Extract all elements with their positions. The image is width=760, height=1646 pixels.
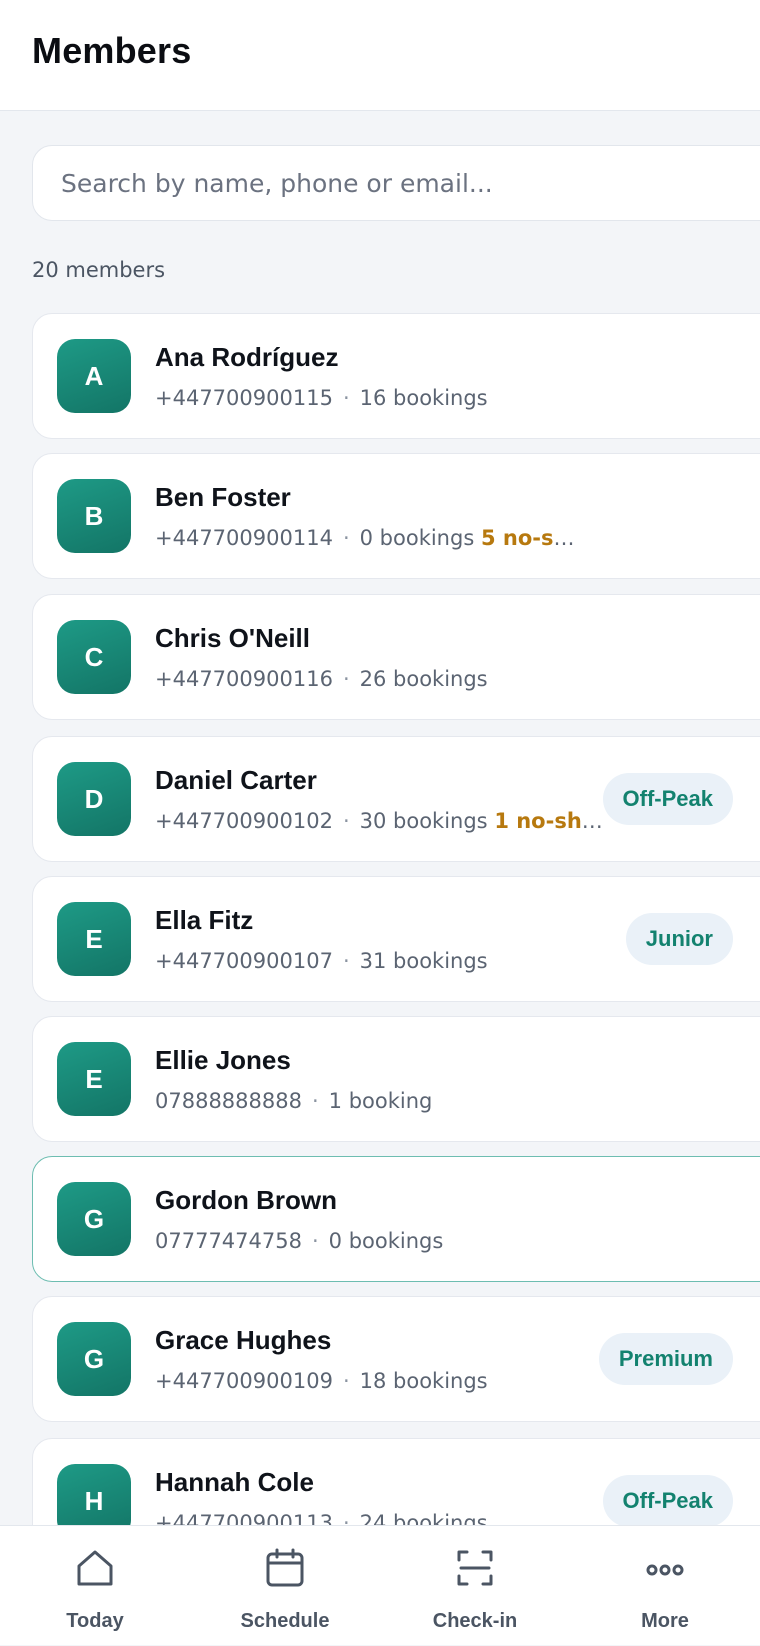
member-card-selected[interactable]: G Gordon Brown 07777474758 · 0 bookings xyxy=(32,1156,760,1282)
member-bookings: 31 bookings xyxy=(359,949,488,973)
member-phone: 07888888888 xyxy=(155,1089,302,1113)
tab-check-in[interactable]: Check-in xyxy=(380,1526,570,1646)
member-bookings: 0 bookings xyxy=(359,526,475,550)
member-bookings: 0 bookings xyxy=(328,1229,444,1253)
more-icon xyxy=(646,1564,684,1576)
avatar: B xyxy=(57,479,131,553)
tab-today[interactable]: Today xyxy=(0,1526,190,1646)
member-phone: +447700900114 xyxy=(155,526,333,550)
member-card[interactable]: C Chris O'Neill +447700900116 · 26 booking… xyxy=(32,594,760,720)
separator-dot: · xyxy=(342,386,350,410)
member-phone: +447700900115 xyxy=(155,386,333,410)
calendar-icon xyxy=(266,1548,304,1587)
top-bar: Members xyxy=(0,0,760,111)
membership-badge: Off-Peak xyxy=(602,1475,733,1527)
tab-label: Schedule xyxy=(240,1610,330,1632)
membership-badge: Junior xyxy=(625,913,733,965)
avatar: C xyxy=(57,620,131,694)
tab-schedule[interactable]: Schedule xyxy=(190,1526,380,1646)
avatar: D xyxy=(57,762,131,836)
separator-dot: · xyxy=(342,1369,350,1393)
no-show-count: 1 no-shows xyxy=(494,809,610,833)
member-name: Gordon Brown xyxy=(155,1185,337,1215)
member-bookings: 26 bookings xyxy=(359,667,488,691)
home-icon xyxy=(77,1550,113,1586)
member-meta: +447700900109 · 18 bookings xyxy=(155,1369,575,1393)
separator-dot: · xyxy=(342,526,350,550)
member-name: Hannah Cole xyxy=(155,1467,314,1497)
member-name: Chris O'Neill xyxy=(155,623,310,653)
member-card[interactable]: E Ella Fitz +447700900107 · 31 bookings Ju… xyxy=(32,876,760,1002)
member-phone: +447700900102 xyxy=(155,809,333,833)
member-name: Grace Hughes xyxy=(155,1325,332,1355)
member-meta: +447700900107 · 31 bookings xyxy=(155,949,575,973)
member-card[interactable]: B Ben Foster +447700900114 · 0 bookings 5 … xyxy=(32,453,760,579)
member-name: Ella Fitz xyxy=(155,905,254,935)
member-bookings: 16 bookings xyxy=(359,386,488,410)
membership-badge: Off-Peak xyxy=(602,773,733,825)
member-card[interactable]: G Grace Hughes +447700900109 · 18 bookings… xyxy=(32,1296,760,1422)
member-name: Ana Rodríguez xyxy=(155,342,339,372)
tab-label: Check-in xyxy=(432,1610,518,1632)
member-bookings: 30 bookings xyxy=(359,809,488,833)
member-bookings: 18 bookings xyxy=(359,1369,488,1393)
search-input[interactable] xyxy=(32,145,760,221)
member-name: Ben Foster xyxy=(155,482,291,512)
member-meta: +447700900102 · 30 bookings 1 no-shows xyxy=(155,809,610,833)
separator-dot: · xyxy=(311,1229,319,1253)
member-bookings: 1 booking xyxy=(328,1089,433,1113)
member-meta: +447700900115 · 16 bookings xyxy=(155,386,575,410)
member-card[interactable]: D Daniel Carter +447700900102 · 30 booking… xyxy=(32,736,760,862)
separator-dot: · xyxy=(311,1089,319,1113)
member-phone: +447700900109 xyxy=(155,1369,333,1393)
avatar: A xyxy=(57,339,131,413)
separator-dot: · xyxy=(342,667,350,691)
avatar: E xyxy=(57,902,131,976)
page-title: Members xyxy=(32,30,192,71)
tab-label: More xyxy=(641,1610,689,1632)
separator-dot: · xyxy=(342,949,350,973)
member-phone: 07777474758 xyxy=(155,1229,302,1253)
member-name: Daniel Carter xyxy=(155,765,317,795)
tab-label: Today xyxy=(66,1610,124,1632)
scan-icon xyxy=(457,1550,493,1586)
avatar: G xyxy=(57,1182,131,1256)
member-phone: +447700900116 xyxy=(155,667,333,691)
separator-dot: · xyxy=(342,809,350,833)
member-count: 20 members xyxy=(32,258,166,282)
member-meta: 07888888888 · 1 booking xyxy=(155,1089,575,1113)
member-phone: +447700900107 xyxy=(155,949,333,973)
avatar: E xyxy=(57,1042,131,1116)
tab-more[interactable]: More xyxy=(570,1526,760,1646)
bottom-tab-bar: Today Schedule Check-in More xyxy=(0,1525,760,1645)
no-show-count: 5 no-shows xyxy=(480,526,575,550)
member-meta: +447700900116 · 26 bookings xyxy=(155,667,575,691)
membership-badge: Premium xyxy=(598,1333,733,1385)
member-name: Ellie Jones xyxy=(155,1045,291,1075)
member-meta: +447700900114 · 0 bookings 5 no-shows xyxy=(155,526,575,550)
avatar: G xyxy=(57,1322,131,1396)
member-meta: 07777474758 · 0 bookings xyxy=(155,1229,575,1253)
member-card[interactable]: E Ellie Jones 07888888888 · 1 booking xyxy=(32,1016,760,1142)
member-card[interactable]: A Ana Rodríguez +447700900115 · 16 booking… xyxy=(32,313,760,439)
